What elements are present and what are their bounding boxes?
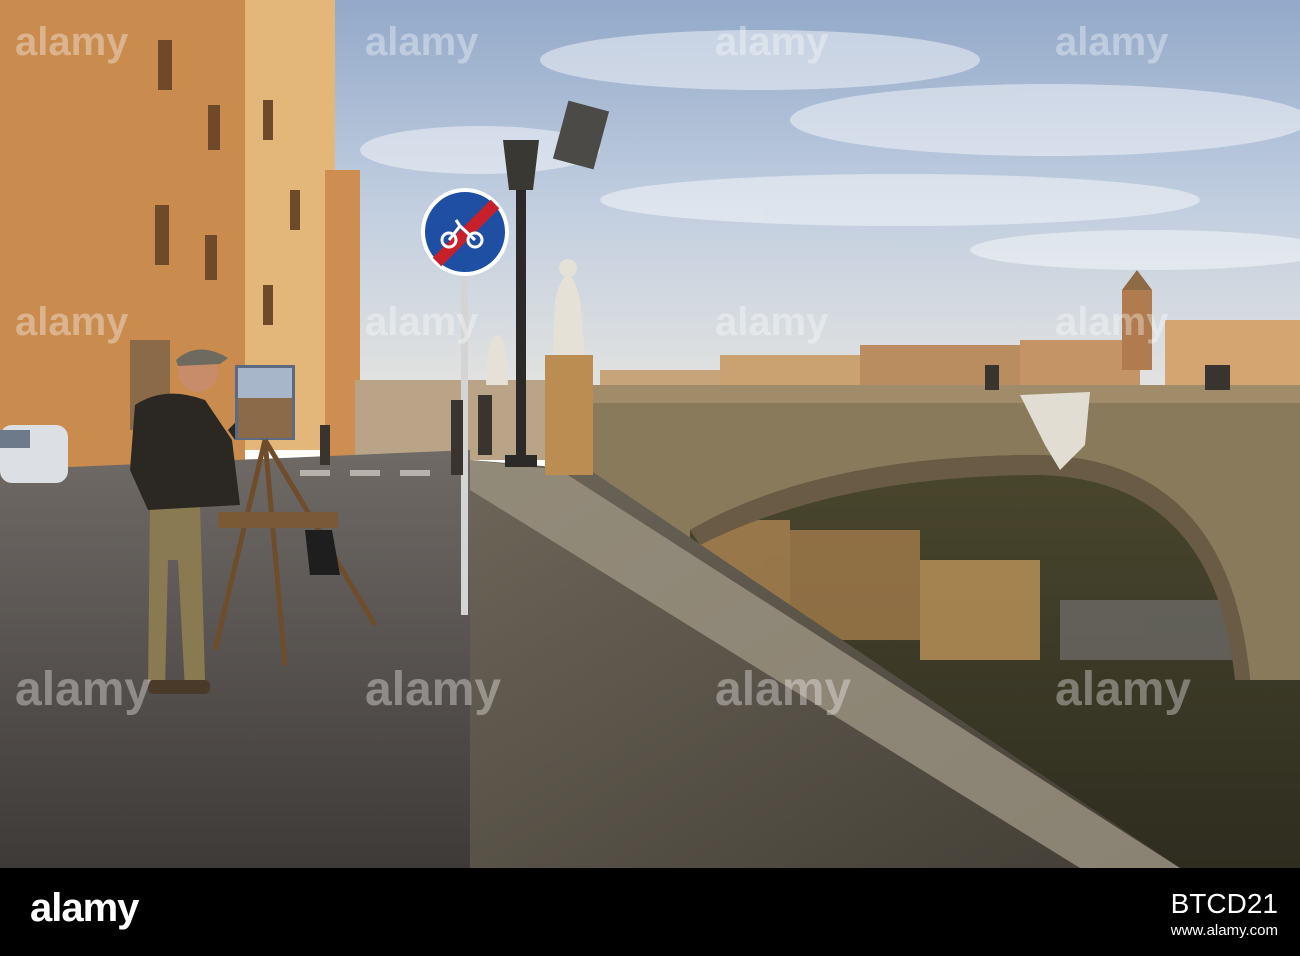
svg-text:alamy: alamy	[15, 20, 129, 64]
photo-viewer: alamy alamy alamy alamy alamy alamy alam…	[0, 0, 1300, 956]
svg-text:alamy: alamy	[365, 300, 479, 344]
svg-text:alamy: alamy	[15, 663, 151, 716]
svg-text:alamy: alamy	[1055, 300, 1169, 344]
svg-text:alamy: alamy	[365, 663, 501, 716]
svg-text:alamy: alamy	[715, 300, 829, 344]
svg-text:alamy: alamy	[1055, 20, 1169, 64]
stock-footer-bar	[0, 868, 1300, 956]
white-car	[0, 425, 68, 483]
image-id: BTCD21	[1170, 888, 1278, 919]
site-url: www.alamy.com	[1170, 922, 1278, 939]
svg-text:alamy: alamy	[715, 20, 829, 64]
crosswalk	[300, 470, 430, 476]
river-scene-photo: alamy alamy alamy alamy alamy alamy alam…	[0, 0, 1300, 868]
svg-text:alamy: alamy	[715, 663, 851, 716]
svg-text:alamy: alamy	[15, 300, 129, 344]
svg-text:alamy: alamy	[1055, 663, 1191, 716]
alamy-logo: alamy	[30, 886, 139, 930]
svg-text:alamy: alamy	[365, 20, 479, 64]
